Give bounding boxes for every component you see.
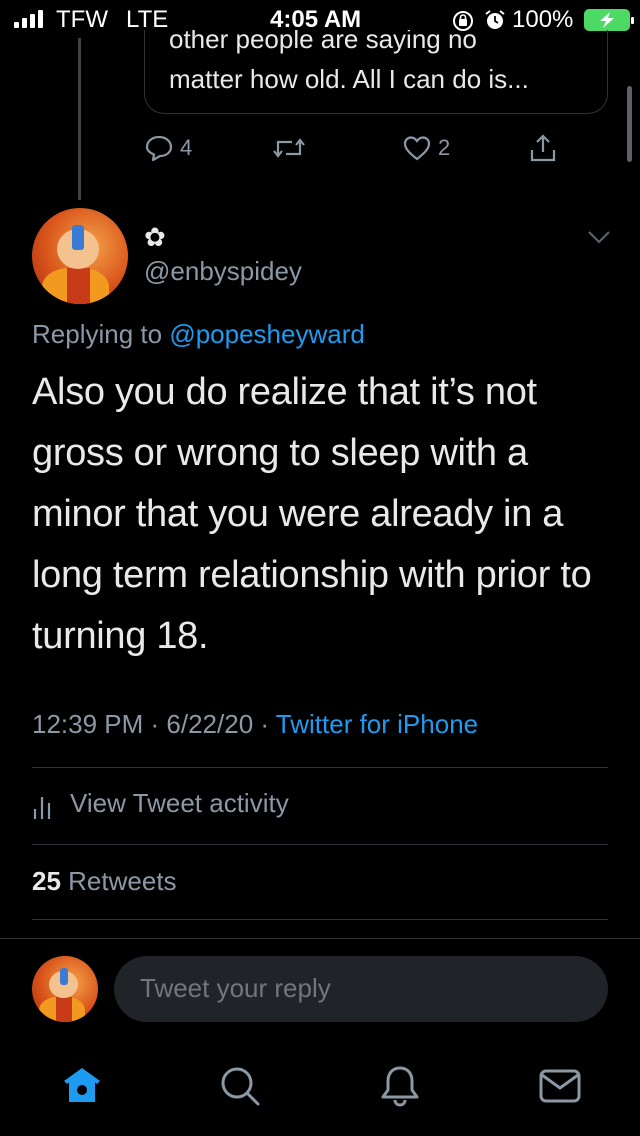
retweet-label: Retweets [68, 866, 177, 896]
replying-to: Replying to @popesheyward [32, 319, 365, 350]
share-icon [530, 134, 556, 162]
avatar[interactable] [32, 208, 128, 304]
own-avatar[interactable] [32, 956, 98, 1022]
quoted-tweet-card[interactable]: other people are saying no matter how ol… [144, 30, 608, 114]
messages-icon [539, 1069, 581, 1103]
analytics-icon [33, 796, 51, 819]
divider [32, 844, 608, 845]
retweet-icon [273, 138, 305, 158]
replying-prefix: Replying to [32, 319, 163, 349]
reply-input[interactable]: Tweet your reply [114, 956, 608, 1022]
chevron-down-icon[interactable] [584, 222, 614, 252]
notifications-icon [381, 1066, 419, 1107]
tab-notifications[interactable] [376, 1062, 424, 1110]
alarm-icon [485, 10, 505, 29]
like-action[interactable]: 2 [402, 128, 450, 168]
rotation-lock-icon [453, 11, 473, 31]
scrollbar[interactable] [627, 86, 632, 162]
view-tweet-activity-label: View Tweet activity [70, 788, 289, 818]
home-icon [64, 1068, 100, 1102]
thread-connector-line [78, 38, 81, 200]
divider [32, 767, 608, 768]
signal-strength-icon [14, 10, 43, 28]
tab-home[interactable] [58, 1062, 106, 1110]
display-name[interactable]: ✿ [144, 222, 166, 253]
divider [32, 919, 608, 920]
search-icon [221, 1067, 260, 1106]
view-tweet-activity-button[interactable]: View Tweet activity [32, 788, 289, 819]
reply-placeholder: Tweet your reply [140, 973, 331, 1003]
reply-count: 4 [180, 135, 193, 160]
heart-icon [403, 136, 431, 161]
quoted-text-line-2: matter how old. All I can do is... [169, 64, 529, 94]
previous-tweet-actions: 4 2 [144, 128, 608, 168]
like-count: 2 [438, 135, 451, 160]
retweet-count: 25 [32, 866, 61, 896]
reply-bar-divider [0, 938, 640, 939]
tweet-time: 12:39 PM [32, 709, 144, 739]
battery-icon [584, 9, 634, 31]
tweet-meta: 12:39 PM · 6/22/20 · Twitter for iPhone [32, 709, 479, 739]
tab-messages[interactable] [536, 1062, 584, 1110]
retweets-count-link[interactable]: 25 Retweets [32, 866, 177, 897]
reply-icon [145, 135, 173, 162]
replying-mention-link[interactable]: @popesheyward [169, 319, 365, 349]
share-action[interactable] [528, 128, 558, 168]
carrier-name: TFW [56, 6, 108, 33]
tweet-text: Also you do realize that it’s not gross … [32, 371, 592, 657]
user-handle[interactable]: @enbyspidey [144, 256, 302, 287]
tweet-client-link[interactable]: Twitter for iPhone [276, 709, 478, 739]
retweet-action[interactable] [272, 128, 306, 168]
tab-search[interactable] [216, 1062, 264, 1110]
quoted-text-line-1: other people are saying no [169, 30, 477, 54]
reply-action[interactable]: 4 [144, 128, 192, 168]
tweet-date: 6/22/20 [166, 709, 254, 739]
